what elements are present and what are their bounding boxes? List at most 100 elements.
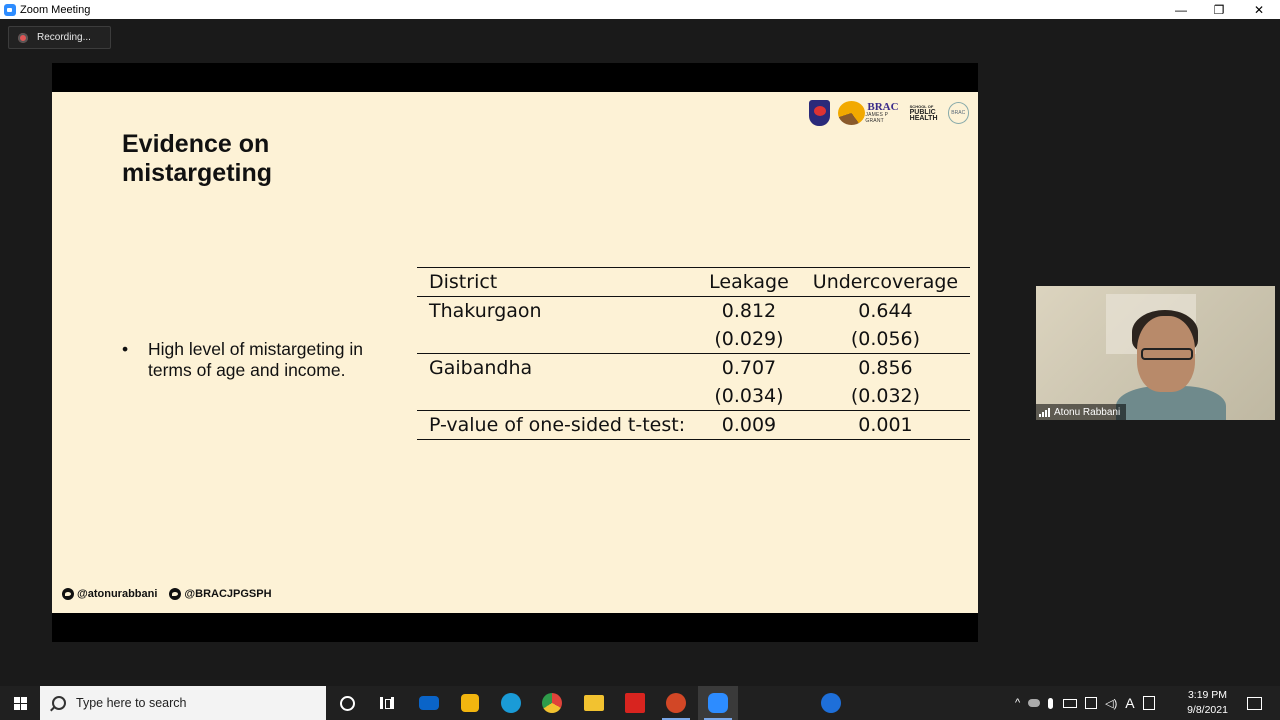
header-leakage: Leakage — [697, 267, 801, 297]
institution-logos: BRAC JAMES P GRANT SCHOOL OF PUBLIC HEAL… — [809, 98, 969, 128]
file-explorer-button[interactable] — [574, 686, 614, 720]
signal-strength-icon — [1039, 407, 1051, 417]
undercoverage-cell: 0.856 — [800, 353, 971, 382]
participant-name-tag: Atonu Rabbani — [1036, 404, 1127, 420]
round-seal-logo: BRAC — [947, 102, 969, 124]
notification-icon — [1246, 696, 1262, 710]
bullet-point: • High level of mistargeting in terms of… — [122, 339, 402, 381]
table-footer-row: P-value of one-sided t-test: 0.009 0.001 — [417, 410, 971, 440]
header-district: District — [417, 267, 698, 297]
system-tray: ^ ◁) A — [1015, 686, 1155, 720]
zoom-icon — [708, 693, 728, 713]
district-cell: Gaibandha — [417, 353, 698, 382]
store-app-button[interactable] — [450, 686, 490, 720]
school-line3: HEALTH — [909, 115, 938, 122]
bullet-text: High level of mistargeting in terms of a… — [148, 339, 363, 380]
pvalue-leakage: 0.009 — [697, 410, 801, 440]
acrobat-icon — [625, 693, 645, 713]
undercoverage-se-cell: (0.056) — [850, 328, 921, 350]
start-button[interactable] — [0, 686, 40, 720]
school-of-public-health-text: SCHOOL OF PUBLIC HEALTH — [910, 104, 938, 122]
recording-indicator[interactable]: Recording... — [8, 26, 111, 49]
windows-taskbar: Type here to search ^ ◁) A 3:19 PM 9/8/2… — [0, 686, 1280, 720]
pvalue-label: P-value of one-sided t-test: — [417, 410, 698, 440]
twitter-handle-2: @BRACJPGSPH — [184, 588, 272, 600]
brac-swirl-icon — [838, 101, 866, 125]
leakage-cell: 0.707 — [697, 353, 801, 382]
twitter-handles: @atonurabbani @BRACJPGSPH — [62, 588, 272, 600]
recording-label: Recording... — [37, 32, 91, 43]
microphone-icon[interactable] — [1048, 697, 1054, 709]
windows-logo-icon — [13, 696, 27, 710]
close-button[interactable]: ✕ — [1240, 0, 1278, 19]
table-row: Gaibandha 0.707 0.856 — [417, 353, 971, 382]
store-icon — [461, 694, 479, 712]
chrome-app-button[interactable] — [532, 686, 572, 720]
slide-title-line1: Evidence on — [122, 130, 270, 158]
task-view-button[interactable] — [367, 686, 407, 720]
power-icon[interactable] — [1142, 696, 1155, 710]
leakage-cell: 0.812 — [721, 300, 777, 322]
district-cell: Thakurgaon — [429, 300, 542, 322]
window-titlebar: Zoom Meeting — ❐ ✕ — [0, 0, 1280, 19]
folder-icon — [584, 695, 604, 711]
leakage-se-cell: (0.034) — [714, 385, 784, 407]
search-icon — [52, 696, 66, 710]
maximize-button[interactable]: ❐ — [1200, 0, 1238, 19]
university-shield-logo — [809, 100, 831, 126]
cortana-button[interactable] — [327, 686, 367, 720]
edge-app-button[interactable] — [491, 686, 531, 720]
table-header-row: District Leakage Undercoverage — [417, 267, 971, 297]
help-app-button[interactable] — [811, 686, 851, 720]
notifications-button[interactable] — [1236, 686, 1272, 720]
onedrive-icon[interactable] — [1028, 699, 1041, 707]
results-table: District Leakage Undercoverage Thakurgao… — [417, 267, 971, 440]
brac-logo-subtext: JAMES P GRANT — [865, 112, 889, 124]
twitter-icon — [169, 588, 182, 600]
clock-date: 9/8/2021 — [1187, 704, 1228, 716]
volume-icon[interactable]: ◁) — [1105, 697, 1117, 710]
input-indicator[interactable]: A — [1125, 695, 1134, 711]
brac-logo-text: BRAC — [867, 101, 899, 113]
leakage-se-cell: (0.029) — [714, 328, 784, 350]
battery-icon[interactable] — [1063, 698, 1078, 708]
brac-logo: BRAC JAMES P GRANT SCHOOL OF PUBLIC HEAL… — [838, 101, 938, 125]
participant-name: Atonu Rabbani — [1054, 406, 1121, 418]
task-view-icon — [380, 697, 394, 709]
edge-icon — [501, 693, 521, 713]
powerpoint-icon — [666, 693, 686, 713]
pvalue-undercoverage: 0.001 — [800, 410, 971, 440]
powerpoint-app-button[interactable] — [656, 686, 696, 720]
zoom-app-button[interactable] — [698, 686, 738, 720]
acrobat-app-button[interactable] — [615, 686, 655, 720]
mail-app-button[interactable] — [409, 686, 449, 720]
slide-title: Evidence on mistargeting — [122, 130, 422, 188]
presentation-slide: Evidence on mistargeting BRAC JAMES P GR… — [52, 92, 978, 613]
record-icon — [18, 32, 28, 43]
shared-screen: Evidence on mistargeting BRAC JAMES P GR… — [52, 63, 978, 642]
undercoverage-cell: 0.644 — [858, 300, 913, 322]
chrome-icon — [542, 693, 562, 713]
table-row: (0.034) (0.032) — [417, 382, 970, 411]
search-placeholder: Type here to search — [76, 696, 187, 710]
window-title: Zoom Meeting — [20, 3, 91, 16]
slide-title-line2: mistargeting — [122, 159, 273, 187]
twitter-handle-1: @atonurabbani — [77, 588, 158, 600]
clock-time: 3:19 PM — [1187, 689, 1228, 701]
table-row: Thakurgaon 0.812 0.644 — [417, 297, 970, 326]
taskbar-clock[interactable]: 3:19 PM 9/8/2021 — [1180, 688, 1235, 718]
help-icon — [821, 693, 841, 713]
mail-icon — [419, 696, 439, 710]
participant-video-tile[interactable]: Atonu Rabbani — [1036, 286, 1275, 420]
bullet-icon: • — [122, 339, 129, 359]
network-icon[interactable] — [1085, 697, 1098, 709]
twitter-icon — [62, 588, 74, 600]
minimize-button[interactable]: — — [1162, 0, 1200, 19]
twitter-handle-2-group: @BRACJPGSPH — [169, 588, 272, 600]
taskbar-search[interactable]: Type here to search — [40, 686, 326, 720]
undercoverage-se-cell: (0.032) — [850, 385, 921, 407]
show-hidden-icons-chevron-icon[interactable]: ^ — [1015, 697, 1020, 709]
district-cell-empty — [417, 325, 697, 354]
participant-glasses — [1141, 348, 1193, 360]
zoom-app-icon — [4, 3, 16, 16]
